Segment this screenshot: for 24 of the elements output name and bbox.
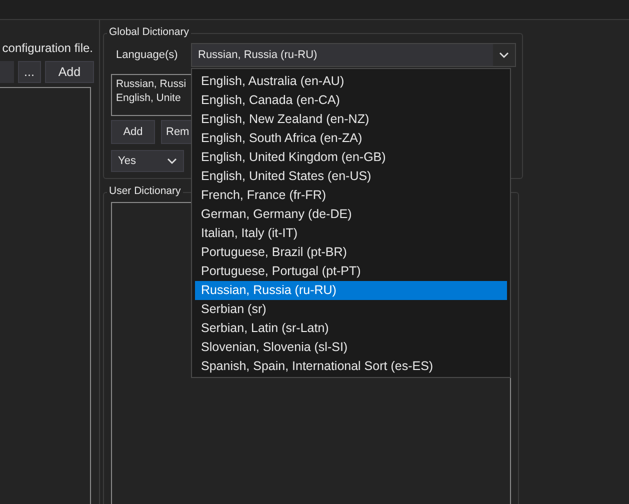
- dropdown-option[interactable]: French, France (fr-FR): [195, 186, 507, 205]
- dropdown-option[interactable]: Italian, Italy (it-IT): [195, 224, 507, 243]
- language-dropdown[interactable]: Russian, Russia (ru-RU): [191, 43, 516, 67]
- dropdown-option[interactable]: Portuguese, Brazil (pt-BR): [195, 243, 507, 262]
- dropdown-option[interactable]: Spanish, Spain, International Sort (es-ES): [195, 357, 507, 376]
- dropdown-option[interactable]: English, United Kingdom (en-GB): [195, 148, 507, 167]
- dropdown-option[interactable]: Serbian (sr): [195, 300, 507, 319]
- add-button[interactable]: Add: [111, 120, 155, 144]
- dropdown-option[interactable]: German, Germany (de-DE): [195, 205, 507, 224]
- add-button[interactable]: Add: [44, 61, 94, 83]
- option-dropdown[interactable]: Yes: [111, 150, 184, 172]
- chevron-down-icon: [499, 52, 509, 58]
- dropdown-option[interactable]: Serbian, Latin (sr-Latn): [195, 319, 507, 338]
- dropdown-option[interactable]: Russian, Russia (ru-RU): [195, 281, 507, 300]
- dropdown-option[interactable]: English, United States (en-US): [195, 167, 507, 186]
- chevron-down-icon: [167, 158, 177, 164]
- dropdown-option[interactable]: Portuguese, Portugal (pt-PT): [195, 262, 507, 281]
- group-title: Global Dictionary: [107, 26, 191, 38]
- dropdown-option[interactable]: Slovenian, Slovenia (sl-SI): [195, 338, 507, 357]
- browse-button[interactable]: ...: [18, 61, 41, 83]
- hint-text: configuration file.: [2, 41, 93, 55]
- file-list[interactable]: [0, 87, 91, 504]
- group-title: User Dictionary: [107, 185, 183, 197]
- language-label: Language(s): [115, 49, 179, 61]
